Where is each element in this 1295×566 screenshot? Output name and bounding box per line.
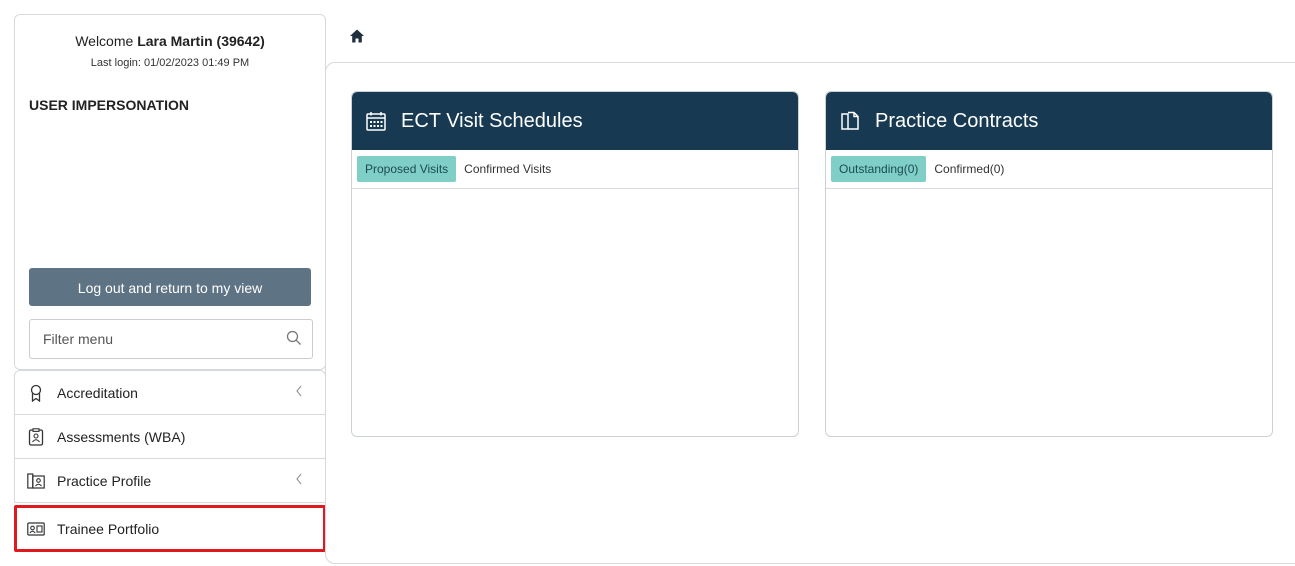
practice-contracts-card: Practice Contracts Outstanding(0) Confir… [825,91,1273,437]
tab-confirmed-visits[interactable]: Confirmed Visits [456,156,559,182]
card-title: Practice Contracts [875,109,1039,132]
impersonation-heading: USER IMPERSONATION [29,97,189,113]
user-panel: Welcome Lara Martin (39642) Last login: … [14,14,326,370]
dashboard-main: ECT Visit Schedules Proposed Visits Conf… [325,62,1295,564]
tab-outstanding[interactable]: Outstanding(0) [831,156,927,182]
user-name: Lara Martin (39642) [137,33,265,49]
app-window: Welcome Lara Martin (39642) Last login: … [0,0,1295,566]
tab-confirmed[interactable]: Confirmed(0) [926,156,1012,182]
sidebar-item-trainee-portfolio[interactable]: Trainee Portfolio [14,505,326,552]
sidebar-item-label: Trainee Portfolio [57,520,160,537]
award-icon [27,384,45,402]
logout-return-button[interactable]: Log out and return to my view [29,268,311,306]
card-tabs: Outstanding(0) Confirmed(0) [826,150,1272,189]
sidebar-item-label: Practice Profile [57,472,152,489]
card-title: ECT Visit Schedules [401,109,583,132]
practice-profile-icon [27,472,45,490]
welcome-text: Welcome Lara Martin (39642) [15,33,325,49]
documents-icon [839,110,861,132]
last-login: Last login: 01/02/2023 01:49 PM [90,57,250,69]
welcome-prefix: Welcome [75,33,134,49]
chevron-left-icon [295,472,303,486]
tab-proposed-visits[interactable]: Proposed Visits [357,156,457,182]
home-icon[interactable] [349,28,365,44]
sidebar-item-assessments[interactable]: Assessments (WBA) [14,415,326,459]
filter-menu-field [29,319,313,359]
card-tabs: Proposed Visits Confirmed Visits [352,150,798,189]
calendar-icon [365,110,387,132]
filter-menu-input[interactable] [30,320,283,358]
chevron-left-icon [295,384,303,398]
sidebar-item-practice-profile[interactable]: Practice Profile [14,459,326,503]
card-header: ECT Visit Schedules [352,92,798,150]
sidebar: Welcome Lara Martin (39642) Last login: … [14,14,326,552]
sidebar-menu: Accreditation Assessments (WBA) Practice… [14,370,326,552]
clipboard-user-icon [27,427,45,446]
sidebar-item-label: Accreditation [57,384,138,401]
ect-visit-schedules-card: ECT Visit Schedules Proposed Visits Conf… [351,91,799,437]
id-card-icon [27,520,45,538]
card-header: Practice Contracts [826,92,1272,150]
sidebar-item-label: Assessments (WBA) [57,428,186,445]
sidebar-item-accreditation[interactable]: Accreditation [14,370,326,415]
search-icon[interactable] [286,330,302,346]
